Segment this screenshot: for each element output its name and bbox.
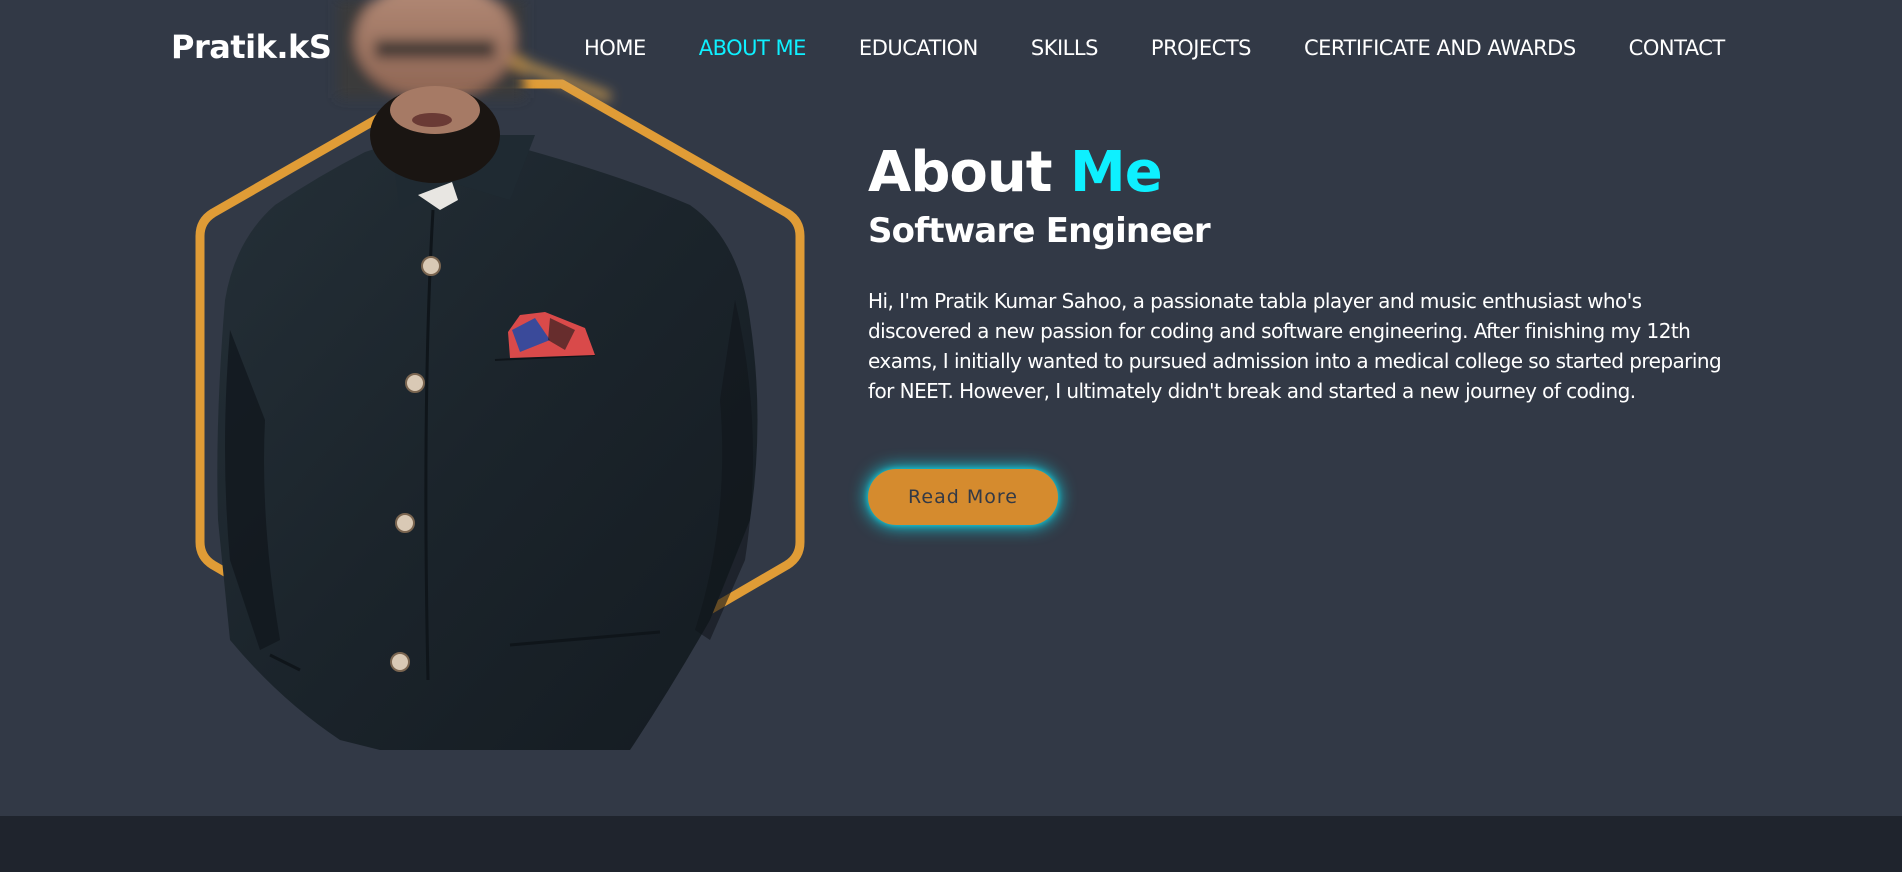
nav-certificate-and-awards[interactable]: CERTIFICATE AND AWARDS — [1304, 36, 1576, 60]
main-nav: HOME ABOUT ME EDUCATION SKILLS PROJECTS … — [584, 36, 1725, 60]
jacket-shape — [217, 130, 758, 750]
next-section-strip — [0, 816, 1902, 872]
site-header: Pratik.kS HOME ABOUT ME EDUCATION SKILLS… — [0, 0, 1902, 100]
about-heading-main: About — [868, 140, 1053, 205]
nav-skills[interactable]: SKILLS — [1031, 36, 1099, 60]
about-heading: About Me — [868, 138, 1748, 208]
about-heading-accent: Me — [1070, 140, 1163, 205]
nav-home[interactable]: HOME — [584, 36, 646, 60]
read-more-button[interactable]: Read More — [868, 469, 1058, 525]
about-bio: Hi, I'm Pratik Kumar Sahoo, a passionate… — [868, 289, 1722, 403]
about-subtitle: Software Engineer — [868, 211, 1211, 251]
about-section: About Me Software Engineer Hi, I'm Prati… — [868, 138, 1748, 525]
nav-projects[interactable]: PROJECTS — [1151, 36, 1252, 60]
site-logo[interactable]: Pratik.kS — [171, 28, 332, 66]
profile-photo — [190, 0, 810, 790]
nav-education[interactable]: EDUCATION — [859, 36, 978, 60]
nav-about-me[interactable]: ABOUT ME — [699, 36, 807, 60]
nav-contact[interactable]: CONTACT — [1629, 36, 1726, 60]
